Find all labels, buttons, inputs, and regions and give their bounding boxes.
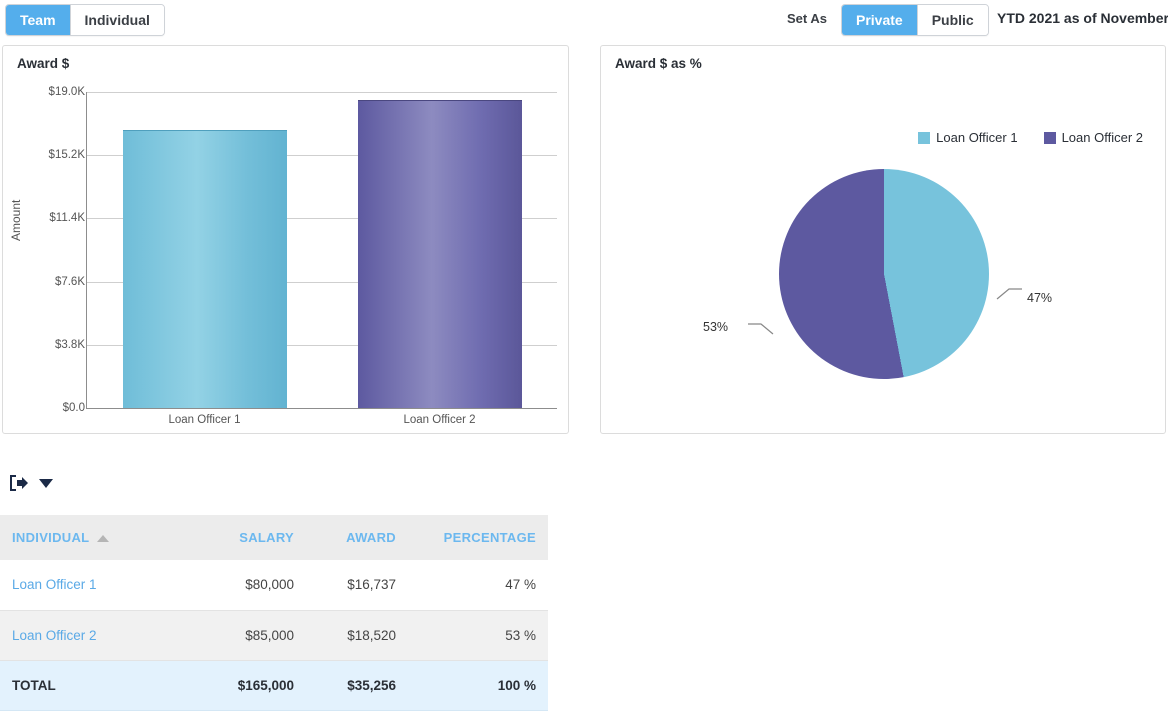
y-axis-tick-label: $7.6K (54, 275, 85, 288)
column-header-salary[interactable]: SALARY (210, 515, 306, 560)
tab-private[interactable]: Private (842, 5, 918, 35)
caret-down-icon[interactable] (39, 478, 53, 488)
individual-award-table: INDIVIDUAL SALARY AWARD PERCENTAGE Loan … (0, 515, 548, 711)
cell-award: $18,520 (306, 610, 408, 661)
export-icon[interactable] (6, 471, 30, 495)
cell-individual[interactable]: Loan Officer 1 (0, 560, 210, 611)
pie-label-loan-officer-2: 53% (703, 320, 729, 334)
pie-callout-leaders (748, 288, 1022, 335)
view-tab-group[interactable]: Team Individual (5, 4, 165, 36)
table-toolbar (6, 468, 53, 498)
cell-percentage: 53 % (408, 610, 548, 661)
cell-total-label: TOTAL (0, 660, 210, 711)
y-axis-line (86, 92, 87, 409)
y-axis-tick-label: $3.8K (54, 338, 85, 351)
cell-individual[interactable]: Loan Officer 2 (0, 610, 210, 661)
set-as-label: Set As (787, 11, 827, 26)
x-axis-line (86, 408, 557, 409)
gridline (87, 92, 557, 93)
award-pie-chart-panel: Award $ as % Loan Officer 1 Loan Officer… (600, 45, 1166, 434)
sort-ascending-icon[interactable] (97, 535, 110, 543)
table-row[interactable]: Loan Officer 2 $85,000 $18,520 53 % (0, 610, 548, 661)
top-toolbar: Team Individual Set As Private Public YT… (0, 0, 1168, 38)
period-label: YTD 2021 as of November (997, 10, 1168, 26)
y-axis-tick-label: $19.0K (48, 86, 85, 98)
x-axis-tick-label: Loan Officer 1 (168, 414, 241, 426)
cell-salary: $80,000 (210, 560, 306, 611)
x-axis-tick-label: Loan Officer 2 (403, 414, 476, 426)
tab-individual[interactable]: Individual (70, 5, 164, 35)
column-header-label: INDIVIDUAL (12, 530, 90, 545)
y-axis-tick-label: $0.0 (62, 402, 85, 414)
visibility-toggle-group[interactable]: Private Public (841, 4, 989, 36)
column-header-percentage[interactable]: PERCENTAGE (408, 515, 548, 560)
award-bar-chart-panel: Award $ Amount $0.0 $3.8K $7.6K $11.4K $15.2… (2, 45, 569, 434)
cell-percentage: 47 % (408, 560, 548, 611)
pie-label-loan-officer-1: 47% (1027, 291, 1053, 305)
cell-award: $16,737 (306, 560, 408, 611)
tab-public[interactable]: Public (917, 5, 988, 35)
bar-1[interactable] (122, 129, 287, 408)
individual-link[interactable]: Loan Officer 2 (12, 628, 97, 643)
y-axis-tick-label: $11.4K (49, 212, 85, 225)
bar-2[interactable] (357, 99, 522, 408)
bar-chart-plot-area: $0.0 $3.8K $7.6K $11.4K $15.2K $19.0K Loan Of… (49, 86, 557, 426)
cell-total-percentage: 100 % (408, 660, 548, 711)
cell-salary: $85,000 (210, 610, 306, 661)
individual-link[interactable]: Loan Officer 1 (12, 577, 97, 592)
bar-chart-title: Award $ (17, 56, 70, 71)
column-header-award[interactable]: AWARD (306, 515, 408, 560)
table-row[interactable]: Loan Officer 1 $80,000 $16,737 47 % (0, 560, 548, 611)
table-total-row: TOTAL $165,000 $35,256 100 % (0, 660, 548, 711)
cell-total-award: $35,256 (306, 660, 408, 711)
cell-total-salary: $165,000 (210, 660, 306, 711)
tab-team[interactable]: Team (6, 5, 71, 35)
table-header-row: INDIVIDUAL SALARY AWARD PERCENTAGE (0, 515, 548, 560)
column-header-individual[interactable]: INDIVIDUAL (0, 515, 210, 560)
y-axis-tick-label: $15.2K (48, 149, 85, 162)
